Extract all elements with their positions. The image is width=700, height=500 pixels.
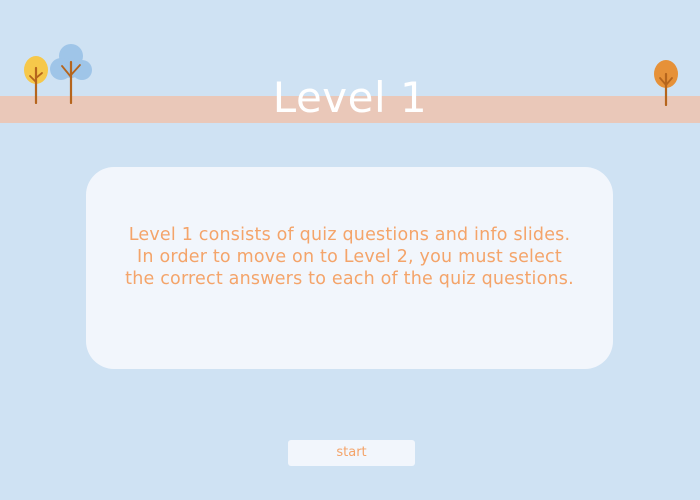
info-card: Level 1 consists of quiz questions and i… — [86, 167, 613, 369]
start-button[interactable]: start — [288, 440, 415, 466]
page-title: Level 1 — [272, 73, 428, 122]
level-intro-screen: Level 1 Level 1 consists of quiz questio… — [0, 0, 700, 500]
level-description: Level 1 consists of quiz questions and i… — [125, 225, 574, 289]
